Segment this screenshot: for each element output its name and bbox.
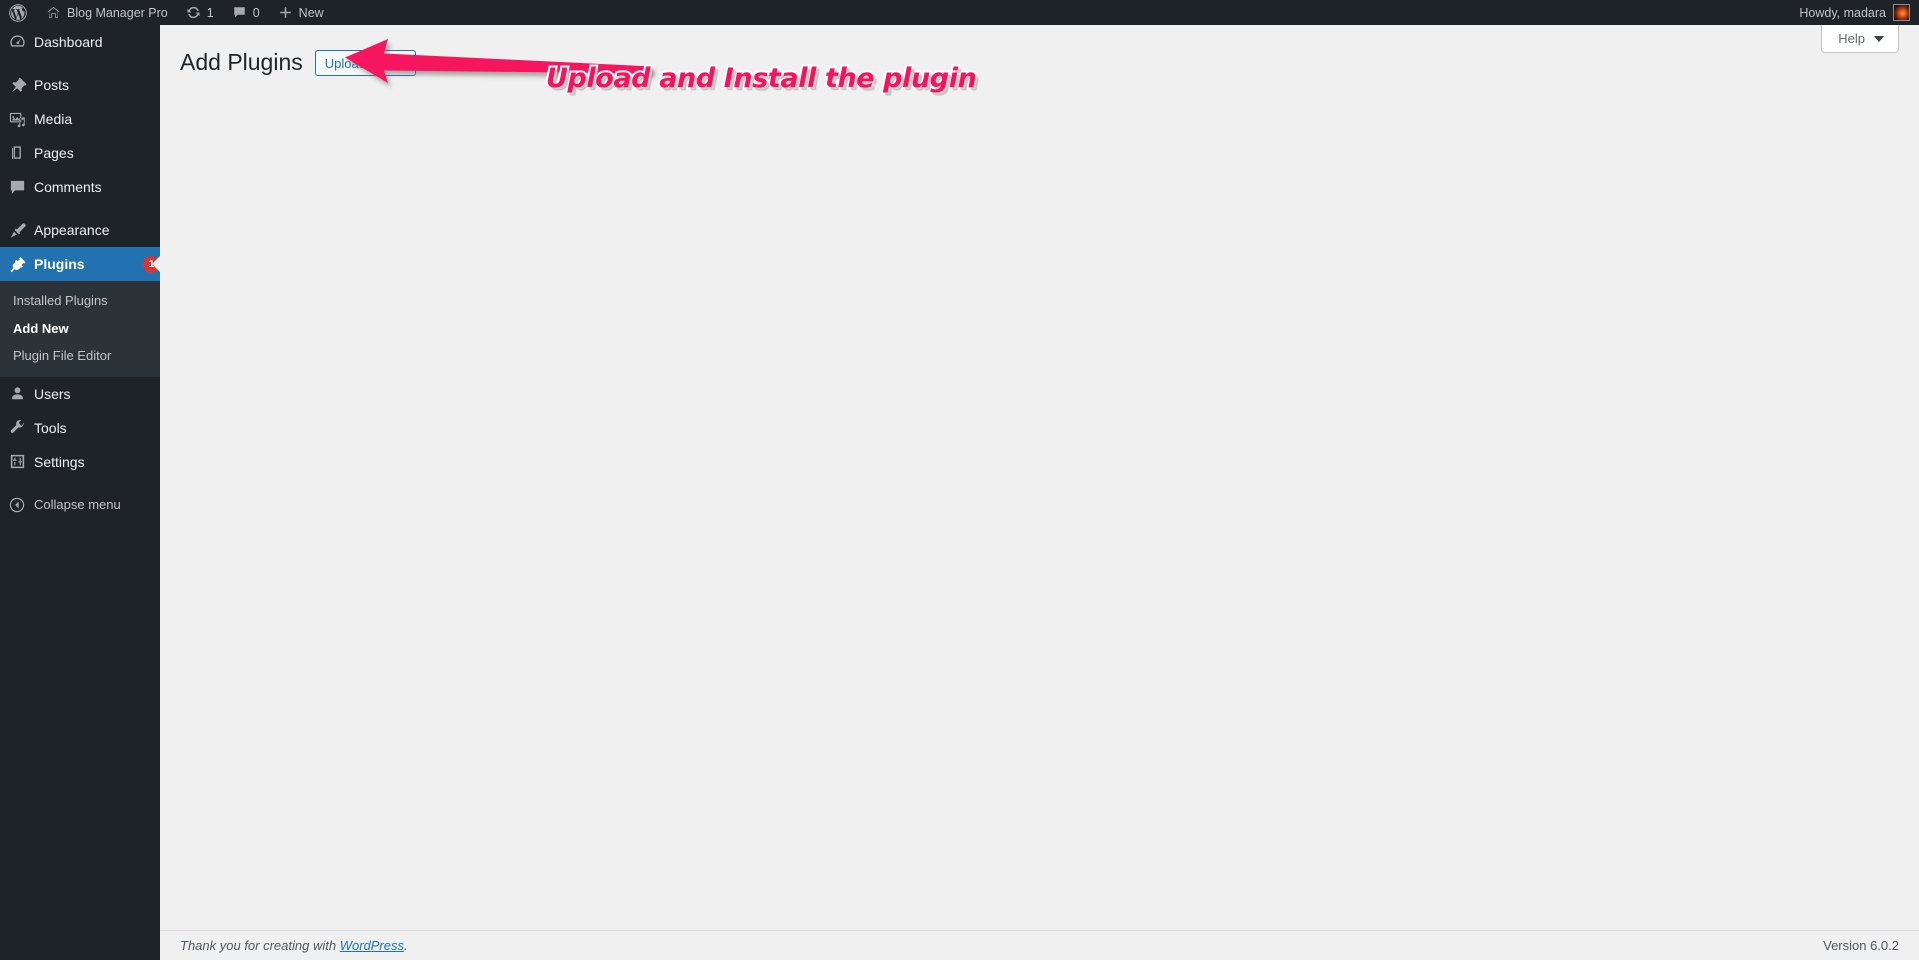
sidebar-item-appearance[interactable]: Appearance (0, 213, 160, 247)
media-icon (0, 102, 34, 136)
sidebar-item-comments-wrap: Comments (0, 170, 160, 204)
footer-thanks-prefix: Thank you for creating with (180, 938, 340, 953)
admin-bar-right-group: Howdy, madara (1790, 0, 1919, 25)
sidebar-item-label: Tools (34, 419, 67, 436)
screen-meta-links: Help (1821, 25, 1899, 53)
plugin-icon (0, 247, 34, 281)
footer-thankyou: Thank you for creating with WordPress. (180, 938, 408, 953)
comments-count: 0 (252, 5, 260, 20)
footer-thanks-suffix: . (404, 938, 408, 953)
sidebar-item-settings-wrap: Settings (0, 445, 160, 479)
user-icon (0, 377, 34, 411)
sidebar-item-dashboard[interactable]: Dashboard (0, 25, 160, 59)
avatar (1893, 4, 1910, 21)
sidebar-item-posts[interactable]: Posts (0, 68, 160, 102)
sidebar-item-pages[interactable]: Pages (0, 136, 160, 170)
sidebar-item-plugins[interactable]: Plugins 1 (0, 247, 160, 281)
sidebar-item-label: Appearance (34, 222, 110, 238)
sidebar-item-label: Comments (34, 179, 102, 195)
submenu-item-installed-plugins[interactable]: Installed Plugins (0, 287, 160, 315)
sidebar-item-pages-wrap: Pages (0, 136, 160, 170)
sidebar-item-plugins-wrap: Plugins 1 Installed Plugins Add New Plug… (0, 247, 160, 377)
page-title-row: Add Plugins Upload Plugin (180, 47, 1919, 79)
paintbrush-icon (0, 213, 34, 247)
admin-bar: Blog Manager Pro 1 0 New Howdy, madara (0, 0, 1919, 25)
dashboard-icon (0, 25, 34, 59)
collapse-menu-button[interactable]: Collapse menu (0, 488, 160, 522)
sidebar-item-label: Settings (34, 453, 85, 470)
sidebar-item-tools[interactable]: Tools (0, 411, 160, 445)
submenu-item-add-new[interactable]: Add New (0, 315, 160, 343)
howdy-label: Howdy, madara (1799, 5, 1886, 20)
new-content-menu[interactable]: New (269, 0, 333, 25)
sidebar-item-posts-wrap: Posts (0, 68, 160, 102)
plugins-update-badge: 1 (143, 255, 160, 273)
new-content-label: New (298, 5, 324, 20)
sidebar-item-settings[interactable]: Settings (0, 445, 160, 479)
site-name-menu[interactable]: Blog Manager Pro (37, 0, 177, 25)
sidebar-item-dashboard-wrap: Dashboard (0, 25, 160, 59)
submenu-item-add-new-wrap: Add New (0, 315, 160, 343)
wrench-icon (0, 411, 34, 445)
sidebar-item-label: Plugins (34, 256, 85, 272)
content-area: Help Add Plugins Upload Plugin Upload an… (160, 25, 1919, 960)
sidebar-item-tools-wrap: Tools (0, 411, 160, 445)
comments-menu[interactable]: 0 (223, 0, 269, 25)
home-icon (46, 5, 61, 20)
chevron-down-icon (1874, 35, 1884, 42)
wordpress-logo-menu[interactable] (0, 0, 37, 25)
collapse-arrow-icon (0, 488, 34, 522)
admin-footer: Thank you for creating with WordPress. V… (160, 930, 1919, 960)
plugins-submenu: Installed Plugins Add New Plugin File Ed… (0, 281, 160, 377)
pages-icon (0, 136, 34, 170)
pin-icon (0, 68, 34, 102)
sidebar-item-appearance-wrap: Appearance (0, 213, 160, 247)
updates-icon (186, 5, 201, 20)
my-account-menu[interactable]: Howdy, madara (1790, 0, 1919, 25)
page-wrap: Add Plugins Upload Plugin (180, 25, 1919, 79)
sidebar-item-label: Pages (34, 145, 74, 161)
comment-bubble-icon (0, 170, 34, 204)
menu-separator (0, 479, 160, 488)
help-tab-button[interactable]: Help (1821, 25, 1899, 53)
sidebar-item-media[interactable]: Media (0, 102, 160, 136)
sidebar-item-users[interactable]: Users (0, 377, 160, 411)
submenu-item-plugin-file-editor[interactable]: Plugin File Editor (0, 342, 160, 370)
admin-sidebar: Dashboard Posts Media Pages Comments App… (0, 25, 160, 960)
content-body: Help Add Plugins Upload Plugin Upload an… (160, 25, 1919, 96)
admin-bar-left-group: Blog Manager Pro 1 0 New (0, 0, 333, 25)
comment-bubble-icon (232, 5, 247, 20)
sidebar-item-media-wrap: Media (0, 102, 160, 136)
settings-sliders-icon (0, 445, 34, 479)
sidebar-item-comments[interactable]: Comments (0, 170, 160, 204)
wordpress-logo-icon (9, 3, 27, 22)
submenu-item-plugin-file-editor-wrap: Plugin File Editor (0, 342, 160, 370)
sidebar-item-label: Dashboard (34, 34, 103, 50)
site-name-label: Blog Manager Pro (67, 5, 168, 20)
collapse-menu-wrap: Collapse menu (0, 488, 160, 522)
sidebar-item-label: Media (34, 111, 73, 127)
sidebar-item-label: Posts (34, 77, 70, 93)
updates-count: 1 (206, 5, 214, 20)
updates-menu[interactable]: 1 (177, 0, 223, 25)
sidebar-item-users-wrap: Users (0, 377, 160, 411)
menu-separator (0, 59, 160, 68)
menu-separator (0, 204, 160, 213)
page-title: Add Plugins (180, 49, 303, 76)
upload-plugin-button[interactable]: Upload Plugin (314, 50, 416, 76)
sidebar-item-label: Users (34, 385, 71, 402)
footer-version: Version 6.0.2 (1823, 938, 1899, 953)
wordpress-link[interactable]: WordPress (340, 938, 404, 953)
submenu-item-installed-plugins-wrap: Installed Plugins (0, 287, 160, 315)
admin-menu-list: Dashboard Posts Media Pages Comments App… (0, 25, 160, 522)
collapse-menu-label: Collapse menu (34, 497, 121, 513)
plus-icon (278, 5, 293, 20)
help-label: Help (1838, 31, 1865, 46)
